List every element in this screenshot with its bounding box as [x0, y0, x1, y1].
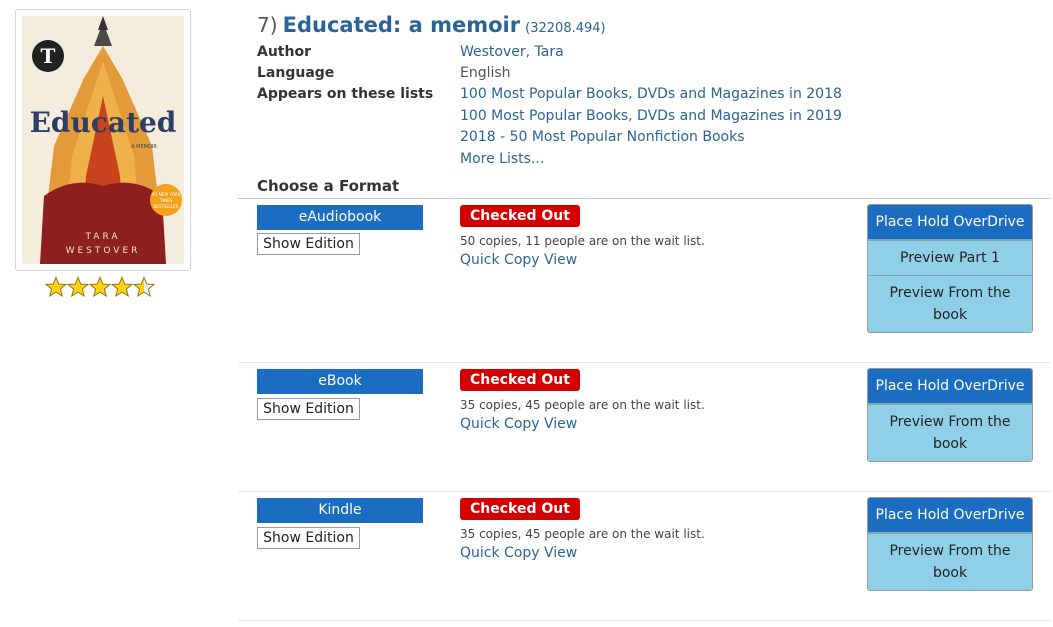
language-value: English — [460, 65, 511, 81]
lists-label: Appears on these lists — [257, 86, 434, 102]
author-link[interactable]: Westover, Tara — [460, 44, 564, 60]
cover-badge-line2: TIMES — [159, 198, 173, 203]
list-link[interactable]: 2018 - 50 Most Popular Nonfiction Books — [460, 129, 745, 145]
status-badge: Checked Out — [460, 498, 580, 520]
choose-format-heading: Choose a Format — [257, 177, 400, 195]
quick-copy-view-link[interactable]: Quick Copy View — [460, 545, 577, 561]
format-button-eaudiobook[interactable]: eAudiobook — [257, 205, 423, 230]
cover-author-last: WESTOVER — [66, 246, 141, 256]
actions-group: Place Hold OverDrive Preview From the bo… — [867, 497, 1033, 591]
cover-title-text: Educated — [30, 106, 177, 139]
show-edition-button[interactable]: Show Edition — [257, 398, 360, 420]
list-link[interactable]: 100 Most Popular Books, DVDs and Magazin… — [460, 86, 842, 102]
place-hold-button[interactable]: Place Hold OverDrive — [868, 205, 1032, 240]
divider — [238, 491, 1051, 492]
star-rating[interactable] — [45, 276, 155, 300]
book-cover-image[interactable]: T Educated A MEMOIR #1 NEW YORK TIMES BE… — [22, 16, 184, 264]
star-icon — [67, 276, 89, 297]
preview-part-button[interactable]: Preview Part 1 — [868, 240, 1032, 275]
star-icon — [45, 276, 67, 297]
quick-copy-view-link[interactable]: Quick Copy View — [460, 252, 577, 268]
half-star-icon — [133, 276, 155, 297]
record-id: (32208.494) — [525, 21, 606, 36]
place-hold-button[interactable]: Place Hold OverDrive — [868, 369, 1032, 404]
author-label: Author — [257, 44, 311, 60]
cover-badge-line1: #1 NEW YORK — [152, 192, 181, 197]
place-hold-button[interactable]: Place Hold OverDrive — [868, 498, 1032, 533]
quick-copy-view-link[interactable]: Quick Copy View — [460, 416, 577, 432]
preview-book-button[interactable]: Preview From the book — [868, 533, 1032, 590]
status-badge: Checked Out — [460, 369, 580, 391]
preview-book-button[interactable]: Preview From the book — [868, 404, 1032, 461]
record-title-row: 7) Educated: a memoir (32208.494) — [257, 13, 606, 37]
divider — [238, 362, 1051, 363]
divider — [238, 620, 1051, 621]
cover-subtitle-text: A MEMOIR — [131, 144, 157, 150]
status-badge: Checked Out — [460, 205, 580, 227]
format-button-kindle[interactable]: Kindle — [257, 498, 423, 523]
record-title-link[interactable]: Educated: a memoir — [283, 13, 520, 37]
show-edition-button[interactable]: Show Edition — [257, 527, 360, 549]
actions-group: Place Hold OverDrive Preview From the bo… — [867, 368, 1033, 462]
cover-badge-line3: BESTSELLER — [153, 204, 178, 209]
record-number: 7) — [257, 13, 278, 37]
actions-group: Place Hold OverDrive Preview Part 1 Prev… — [867, 204, 1033, 333]
copies-text: 35 copies, 45 people are on the wait lis… — [460, 527, 705, 541]
list-link[interactable]: 100 Most Popular Books, DVDs and Magazin… — [460, 108, 842, 124]
svg-text:T: T — [41, 44, 56, 68]
more-lists-link[interactable]: More Lists... — [460, 151, 544, 167]
star-icon — [89, 276, 111, 297]
copies-text: 35 copies, 45 people are on the wait lis… — [460, 398, 705, 412]
language-label: Language — [257, 65, 335, 81]
book-cover-frame[interactable]: T Educated A MEMOIR #1 NEW YORK TIMES BE… — [15, 9, 191, 271]
preview-book-button[interactable]: Preview From the book — [868, 275, 1032, 332]
format-button-ebook[interactable]: eBook — [257, 369, 423, 394]
divider — [238, 198, 1051, 199]
copies-text: 50 copies, 11 people are on the wait lis… — [460, 234, 705, 248]
star-icon — [111, 276, 133, 297]
show-edition-button[interactable]: Show Edition — [257, 233, 360, 255]
cover-author-first: TARA — [84, 232, 120, 242]
